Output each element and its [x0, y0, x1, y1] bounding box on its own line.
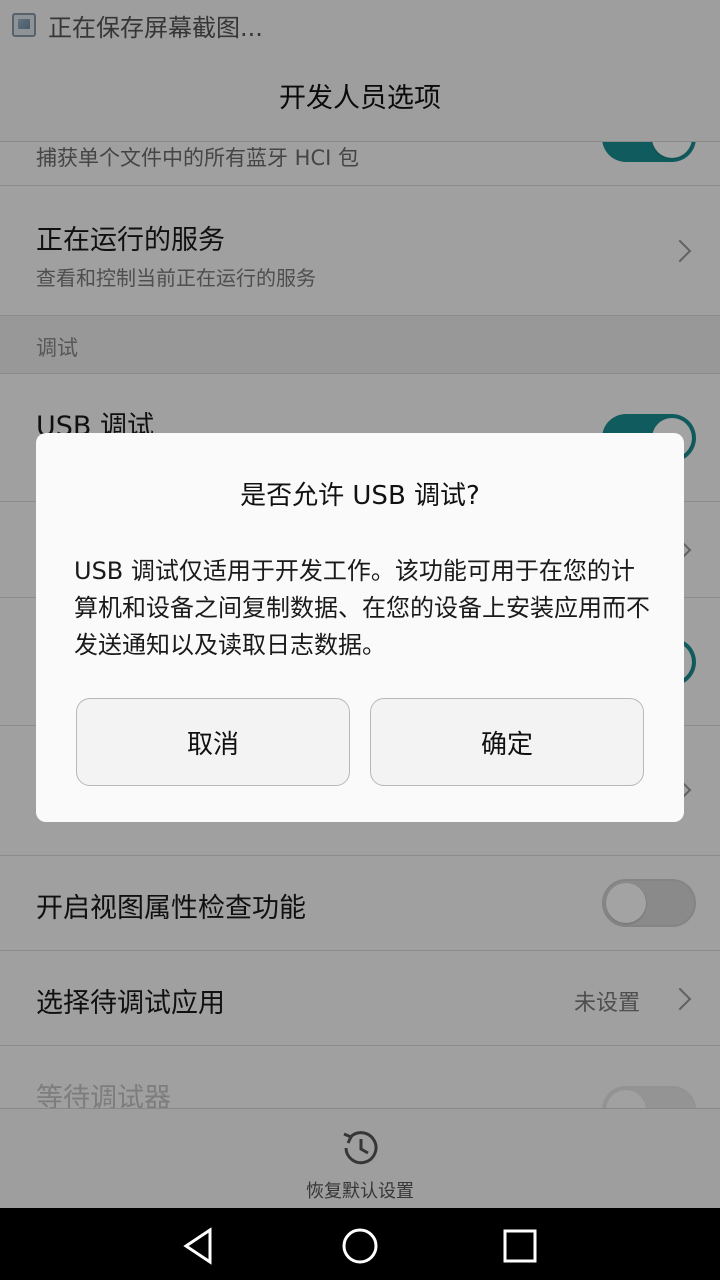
back-triangle-icon[interactable]: [180, 1226, 220, 1266]
ok-button[interactable]: 确定: [370, 698, 644, 786]
usb-debug-dialog: 是否允许 USB 调试? USB 调试仅适用于开发工作。该功能可用于在您的计算机…: [36, 433, 684, 822]
dialog-title: 是否允许 USB 调试?: [240, 481, 480, 511]
cancel-button[interactable]: 取消: [76, 698, 350, 786]
dialog-message: USB 调试仅适用于开发工作。该功能可用于在您的计算机和设备之间复制数据、在您的…: [74, 557, 650, 659]
navigation-bar: [0, 1208, 720, 1280]
recents-square-icon[interactable]: [500, 1226, 540, 1266]
home-circle-icon[interactable]: [340, 1226, 380, 1266]
